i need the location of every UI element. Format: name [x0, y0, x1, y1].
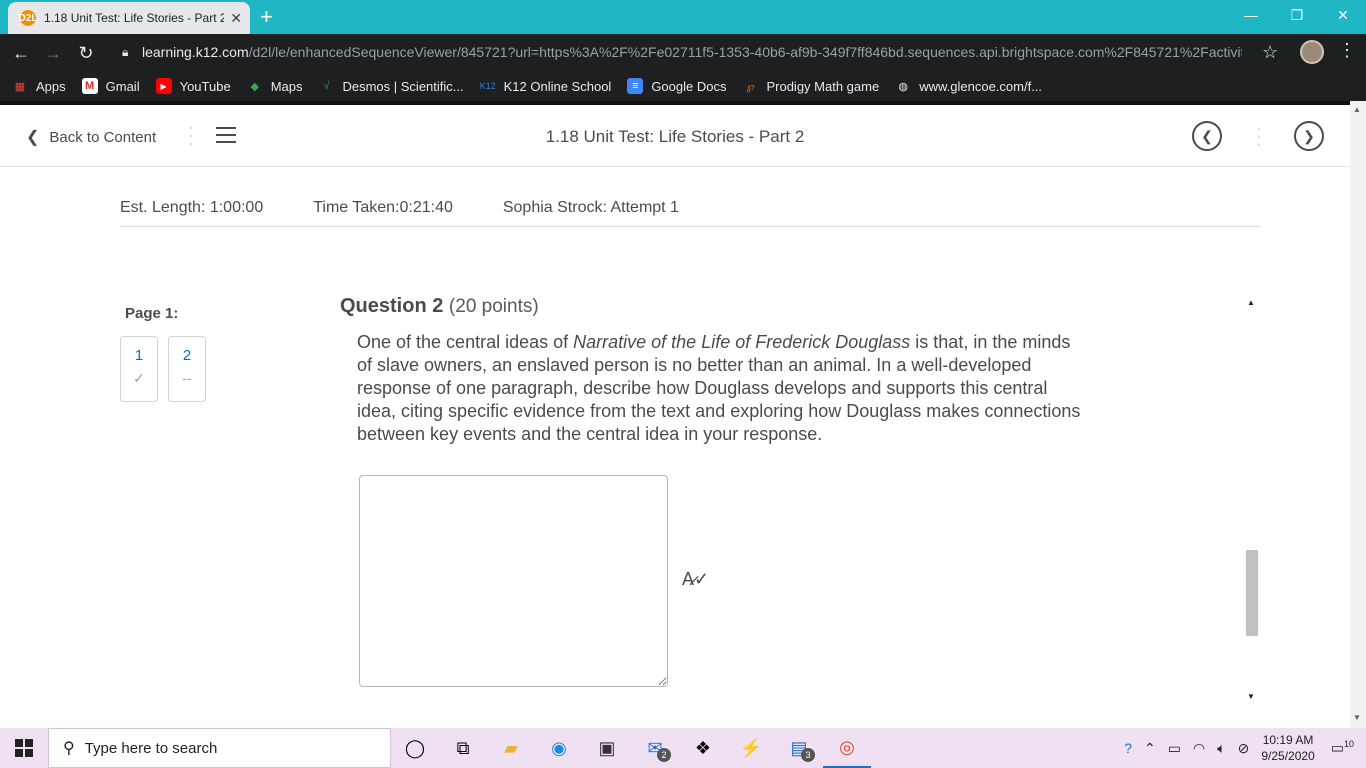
browser-tab-bar: D2L 1.18 Unit Test: Life Stories - Part … — [0, 0, 1366, 34]
profile-avatar[interactable] — [1300, 40, 1324, 64]
battery-icon[interactable]: ▭ — [1168, 740, 1181, 757]
question-scrollbar[interactable]: ▲ ▼ — [1244, 298, 1260, 705]
vertical-dots-icon[interactable]: · · · — [188, 118, 194, 152]
start-button[interactable] — [0, 728, 48, 768]
spellcheck-icon[interactable]: A̷✓ — [682, 569, 709, 590]
page-scroll-up-icon[interactable]: ▲ — [1353, 105, 1361, 114]
desmos-icon: √ — [323, 80, 330, 92]
store-icon[interactable]: ▣ — [583, 728, 631, 768]
question-nav-1[interactable]: 1 ✓ — [120, 336, 158, 402]
unanswered-dash: -- — [182, 370, 192, 386]
window-close-icon[interactable]: ✕ — [1320, 0, 1366, 30]
header-dots-icon: · · · — [1256, 120, 1262, 153]
back-to-content-link[interactable]: ❮ Back to Content — [26, 127, 156, 147]
windows-taskbar: ⚲ Type here to search ◯ ⧉ ▰ ◉ ▣ ✉ 2 ❖ ⚡ ▤… — [0, 728, 1366, 768]
bookmark-glencoe[interactable]: ◍ www.glencoe.com/f... — [895, 78, 1042, 94]
est-length: Est. Length: 1:00:00 — [120, 199, 264, 216]
bookmark-k12[interactable]: K12 K12 Online School — [480, 78, 612, 94]
system-tray: ? ⌃ ▭ ◠ 🔈︎ ⊘ 10:19 AM 9/25/2020 ▭10 — [1124, 728, 1366, 768]
scroll-up-icon[interactable]: ▲ — [1247, 298, 1255, 307]
content-header: ❮ Back to Content · · · 1.18 Unit Test: Li… — [0, 105, 1350, 167]
url-text[interactable]: learning.k12.com/d2l/le/enhancedSequence… — [142, 44, 1242, 60]
attempt-info: Sophia Strock: Attempt 1 — [502, 199, 679, 216]
maps-icon: ◆ — [250, 80, 259, 93]
google-docs-icon: ≡ — [627, 78, 644, 94]
bookmark-star-icon[interactable]: ☆ — [1262, 42, 1278, 63]
mail-icon[interactable]: ✉ 2 — [631, 728, 679, 768]
cortana-icon[interactable]: ◯ — [391, 728, 439, 768]
test-meta: Est. Length: 1:00:00 Time Taken:0:21:40 … — [120, 199, 1260, 227]
reload-icon[interactable]: ↻ — [73, 40, 99, 66]
taskbar-search[interactable]: ⚲ Type here to search — [48, 728, 391, 768]
globe-icon: ◍ — [898, 80, 908, 93]
bookmark-google-docs[interactable]: ≡ Google Docs — [627, 78, 726, 94]
answer-textarea[interactable] — [359, 475, 668, 687]
d2l-favicon-icon: D2L — [19, 10, 37, 26]
system-clock[interactable]: 10:19 AM 9/25/2020 — [1261, 732, 1314, 764]
files-app-icon[interactable]: ▤ 3 — [775, 728, 823, 768]
notification-icon[interactable]: ▭10 — [1331, 739, 1354, 757]
scroll-down-icon[interactable]: ▼ — [1247, 692, 1255, 701]
page-scroll-down-icon[interactable]: ▼ — [1353, 713, 1361, 722]
chrome-icon[interactable]: ◎ — [823, 728, 871, 768]
chevron-up-icon[interactable]: ⌃ — [1144, 740, 1156, 757]
page-scrollbar[interactable]: ▲ ▼ — [1350, 101, 1366, 728]
next-circle-icon[interactable]: ❯ — [1294, 121, 1324, 151]
browser-menu-icon[interactable]: ⋮ — [1338, 40, 1356, 61]
task-view-icon[interactable]: ⧉ — [439, 728, 487, 768]
bookmark-prodigy[interactable]: ℘ Prodigy Math game — [742, 78, 880, 94]
hamburger-menu-icon[interactable] — [216, 127, 236, 148]
page-title: 1.18 Unit Test: Life Stories - Part 2 — [545, 127, 805, 146]
chevron-left-icon: ❮ — [26, 129, 40, 146]
bookmark-desmos[interactable]: √ Desmos | Scientific... — [318, 78, 463, 94]
previous-circle-icon[interactable]: ❮ — [1192, 121, 1222, 151]
volume-icon[interactable]: 🔈︎ — [1217, 740, 1225, 757]
prodigy-icon: ℘ — [746, 80, 755, 93]
edge-icon[interactable]: ◉ — [535, 728, 583, 768]
network-error-icon[interactable]: ⊘ — [1238, 740, 1250, 757]
windows-logo-icon — [15, 739, 33, 757]
help-icon[interactable]: ? — [1124, 740, 1132, 756]
forward-arrow-icon[interactable]: → — [40, 40, 66, 66]
restore-icon[interactable]: ❐ — [1274, 0, 1320, 30]
checkmark-icon: ✓ — [133, 370, 145, 386]
page-label: Page 1: — [125, 305, 179, 322]
gmail-icon: M — [81, 78, 98, 94]
page-content: ❮ Back to Content · · · 1.18 Unit Test: Li… — [0, 105, 1350, 728]
youtube-icon: ▶ — [155, 78, 172, 94]
tab-close-icon[interactable]: ✕ — [230, 10, 242, 27]
back-arrow-icon[interactable]: ← — [8, 40, 34, 66]
k12-icon: K12 — [479, 81, 496, 91]
new-tab-icon[interactable]: + — [260, 4, 273, 30]
file-explorer-icon[interactable]: ▰ — [487, 728, 535, 768]
question-nav-2[interactable]: 2 -- — [168, 336, 206, 402]
address-bar[interactable]: 🔒︎ learning.k12.com/d2l/le/enhancedSeque… — [110, 37, 1290, 67]
bookmark-youtube[interactable]: ▶ YouTube — [155, 78, 231, 94]
minimize-icon[interactable]: — — [1228, 0, 1274, 30]
apps-grid-icon: ▦ — [14, 80, 26, 93]
question-prompt: One of the central ideas of Narrative of… — [357, 332, 1081, 444]
tab-title: 1.18 Unit Test: Life Stories - Part 2 — [44, 11, 225, 25]
search-icon: ⚲ — [63, 740, 75, 757]
swift-app-icon[interactable]: ⚡ — [727, 728, 775, 768]
lock-icon: 🔒︎ — [122, 44, 129, 59]
bookmark-gmail[interactable]: M Gmail — [81, 78, 140, 94]
scroll-thumb[interactable] — [1246, 550, 1258, 636]
time-taken: Time Taken:0:21:40 — [313, 199, 453, 216]
bookmark-maps[interactable]: ◆ Maps — [247, 78, 302, 94]
dropbox-icon[interactable]: ❖ — [679, 728, 727, 768]
browser-tab[interactable]: D2L 1.18 Unit Test: Life Stories - Part … — [8, 2, 250, 34]
wifi-icon[interactable]: ◠ — [1193, 740, 1205, 757]
bookmark-apps[interactable]: ▦ Apps — [12, 78, 66, 94]
browser-toolbar: ← → ↻ 🔒︎ learning.k12.com/d2l/le/enhance… — [0, 34, 1366, 71]
bookmarks-bar: ▦ Apps M Gmail ▶ YouTube ◆ Maps √ Desmos | Sc… — [0, 71, 1366, 101]
question-heading: Question 2 (20 points) — [340, 295, 539, 317]
